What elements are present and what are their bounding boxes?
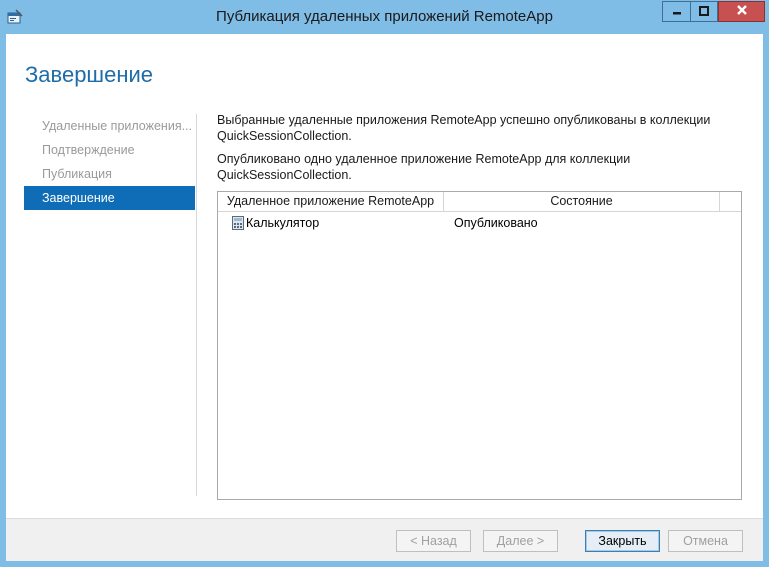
app-name: Калькулятор xyxy=(246,215,320,230)
back-button[interactable]: < Назад xyxy=(396,530,471,552)
cancel-button[interactable]: Отмена xyxy=(668,530,743,552)
maximize-icon xyxy=(699,5,709,19)
wizard-footer: < Назад Далее > Закрыть Отмена xyxy=(6,518,763,561)
step-completion: Завершение xyxy=(24,186,195,210)
minimize-icon xyxy=(672,5,682,19)
page-title: Завершение xyxy=(25,62,153,87)
next-button[interactable]: Далее > xyxy=(483,530,558,552)
result-paragraph-1: Выбранные удаленные приложения RemoteApp… xyxy=(217,113,711,143)
wizard-window: Публикация удаленных приложений RemoteAp… xyxy=(0,0,769,567)
column-header-spacer xyxy=(720,192,741,211)
wizard-client-area: Завершение Удаленные приложения... Подтв… xyxy=(6,34,763,561)
close-button[interactable]: Закрыть xyxy=(585,530,660,552)
result-text: Выбранные удаленные приложения RemoteApp… xyxy=(217,112,747,183)
close-icon xyxy=(736,4,748,19)
maximize-button[interactable] xyxy=(690,1,718,22)
title-bar[interactable]: Публикация удаленных приложений RemoteAp… xyxy=(0,0,769,34)
window-title: Публикация удаленных приложений RemoteAp… xyxy=(216,8,553,25)
column-header-status[interactable]: Состояние xyxy=(444,192,720,211)
steps-divider xyxy=(196,114,197,496)
result-paragraph-2: Опубликовано одно удаленное приложение R… xyxy=(217,152,631,182)
calculator-icon xyxy=(232,215,244,230)
published-apps-grid[interactable]: Удаленное приложение RemoteApp Состояние xyxy=(217,191,742,500)
wizard-steps: Удаленные приложения... Подтверждение Пу… xyxy=(24,114,195,210)
cell-app: Калькулятор xyxy=(218,215,444,230)
table-row[interactable]: Калькулятор Опубликовано xyxy=(218,212,741,233)
step-confirmation: Подтверждение xyxy=(42,143,135,157)
grid-header: Удаленное приложение RemoteApp Состояние xyxy=(218,192,741,212)
step-publishing: Публикация xyxy=(42,167,112,181)
minimize-button[interactable] xyxy=(662,1,690,22)
close-window-button[interactable] xyxy=(718,1,765,22)
step-remoteapp-programs: Удаленные приложения... xyxy=(42,119,193,133)
cell-status: Опубликовано xyxy=(454,215,538,230)
column-header-app[interactable]: Удаленное приложение RemoteApp xyxy=(218,192,444,211)
